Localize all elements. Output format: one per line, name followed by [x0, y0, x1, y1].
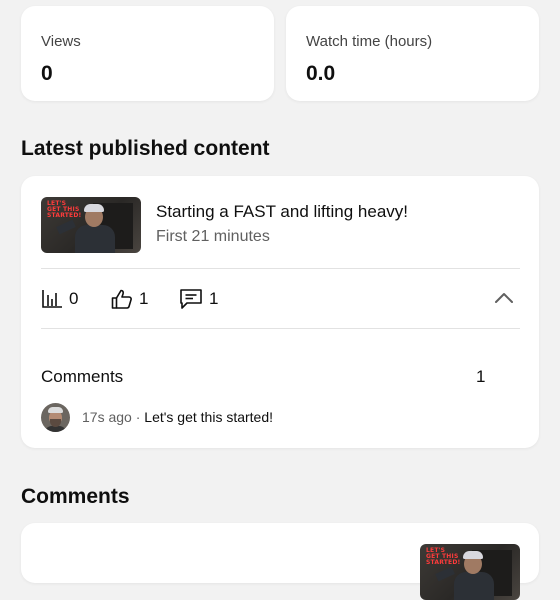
views-metric-value: 0: [69, 289, 79, 308]
comment-separator: ·: [131, 409, 145, 425]
thumbnail-text: LET'S GET THIS STARTED!: [47, 200, 82, 219]
watch-time-card[interactable]: Watch time (hours) 0.0: [286, 6, 539, 101]
video-subtitle: First 21 minutes: [156, 228, 270, 245]
comment-timestamp: 17s ago: [82, 409, 132, 425]
comment-icon: [179, 288, 203, 310]
thumbnail-text: LET'S GET THIS STARTED!: [426, 547, 461, 566]
likes-metric[interactable]: 1: [111, 288, 148, 310]
views-card[interactable]: Views 0: [21, 6, 274, 101]
views-label: Views: [41, 33, 81, 50]
comments-count: 1: [476, 367, 486, 386]
divider: [41, 268, 520, 269]
views-value: 0: [41, 62, 53, 85]
divider: [41, 328, 520, 329]
comment-text: Let's get this started!: [144, 409, 274, 425]
video-thumbnail[interactable]: LET'S GET THIS STARTED!: [41, 197, 141, 253]
comments-heading: Comments: [21, 485, 130, 508]
chevron-up-icon[interactable]: [494, 291, 514, 305]
latest-content-heading: Latest published content: [21, 137, 270, 160]
comments-metric-value: 1: [209, 289, 219, 308]
avatar: [41, 403, 70, 432]
watch-time-label: Watch time (hours): [306, 33, 433, 50]
video-title[interactable]: Starting a FAST and lifting heavy!: [156, 202, 408, 222]
watch-time-value: 0.0: [306, 62, 336, 85]
thumbs-up-icon: [111, 289, 133, 309]
recent-comment[interactable]: 17s ago · Let's get this started!: [82, 409, 273, 425]
comment-video-thumbnail[interactable]: LET'S GET THIS STARTED!: [420, 544, 520, 600]
bar-chart-icon: [41, 289, 63, 309]
comments-label: Comments: [41, 367, 124, 386]
likes-metric-value: 1: [139, 289, 149, 308]
comments-metric[interactable]: 1: [179, 288, 218, 310]
views-metric[interactable]: 0: [41, 288, 78, 310]
